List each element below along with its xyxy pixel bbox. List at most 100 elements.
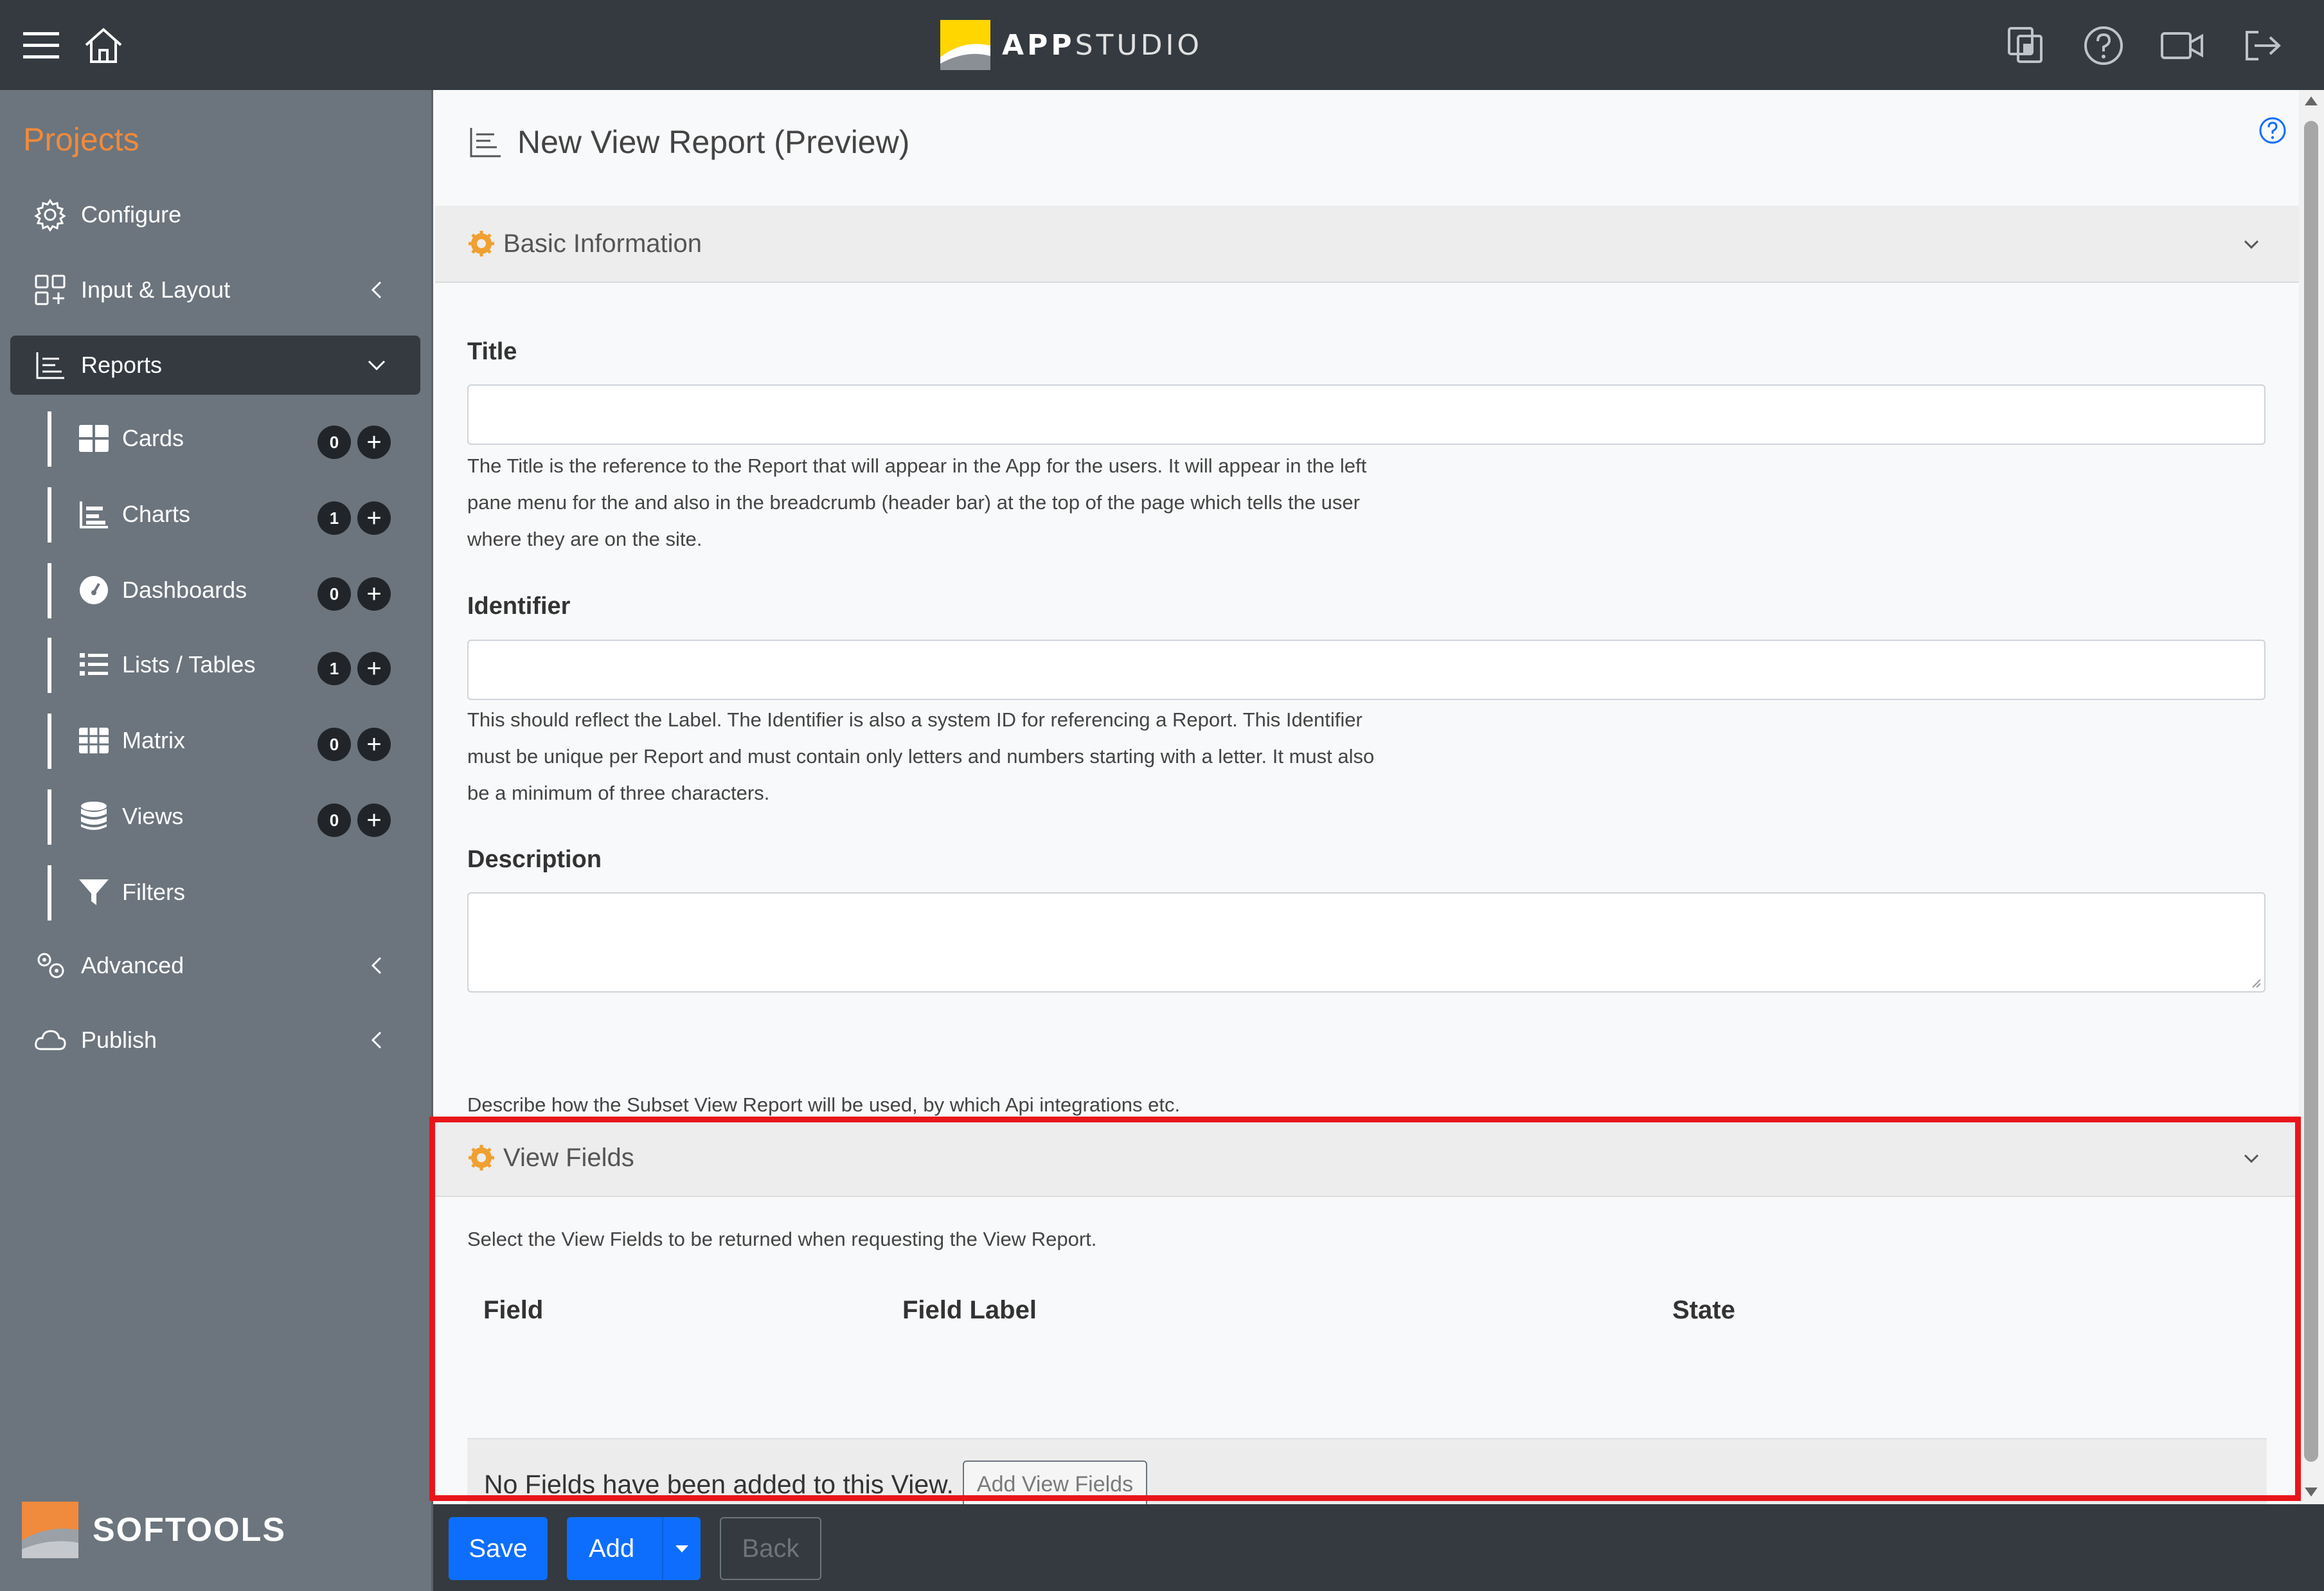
page-title: New View Report (Preview)	[467, 123, 909, 161]
column-header-field: Field	[483, 1296, 544, 1324]
add-view-fields-button[interactable]: Add View Fields	[962, 1461, 1148, 1508]
appstudio-logo	[940, 20, 990, 70]
layout-icon	[35, 274, 66, 305]
sidebar-subitem-label: Cards	[122, 425, 184, 451]
vertical-scrollbar[interactable]	[2299, 90, 2324, 1504]
section-heading: View Fields	[503, 1143, 634, 1172]
help-icon[interactable]	[2081, 23, 2126, 68]
resize-grip-icon[interactable]	[2248, 975, 2262, 989]
scroll-up-arrow[interactable]	[2305, 96, 2318, 105]
count-badge: 0	[317, 577, 351, 611]
sidebar-subitem-label: Matrix	[122, 727, 185, 753]
database-icon	[81, 802, 107, 830]
sidebar-item-publish[interactable]: Publish	[10, 1011, 420, 1070]
cloud-icon	[35, 1030, 66, 1050]
description-help-text: Describe how the Subset View Report will…	[467, 1093, 1181, 1116]
basic-information-header[interactable]: Basic Information	[435, 206, 2299, 283]
sidebar-item-label: Reports	[81, 352, 163, 378]
copy-icon[interactable]	[2004, 23, 2049, 68]
add-view-button[interactable]: +	[357, 804, 391, 837]
sidebar-subitem-charts[interactable]: Charts 1 +	[57, 485, 416, 544]
gears-icon	[37, 953, 64, 978]
softools-logo	[22, 1502, 78, 1558]
title-input[interactable]	[467, 384, 2266, 445]
softools-brand: SOFTOOLS	[22, 1502, 286, 1558]
sidebar-subitem-label: Filters	[122, 879, 185, 905]
identifier-help-text: This should reflect the Label. The Ident…	[467, 708, 1375, 804]
back-button-label: Back	[742, 1534, 800, 1563]
top-bar: APPSTUDIO	[0, 0, 2324, 90]
description-label: Description	[467, 846, 602, 873]
sidebar-item-reports[interactable]: Reports	[10, 336, 420, 395]
scrollbar-thumb[interactable]	[2304, 121, 2318, 1462]
add-dashboard-button[interactable]: +	[357, 577, 391, 611]
add-button-label: Add	[589, 1534, 635, 1563]
description-textarea[interactable]	[467, 892, 2266, 993]
dashboard-icon	[80, 576, 108, 604]
section-heading: Basic Information	[503, 229, 702, 258]
save-button[interactable]: Save	[449, 1517, 548, 1580]
count-badge: 1	[317, 652, 351, 685]
sidebar-subitem-cards[interactable]: Cards 0 +	[57, 409, 416, 468]
add-matrix-button[interactable]: +	[357, 728, 391, 761]
sidebar-item-advanced[interactable]: Advanced	[10, 936, 420, 995]
count-badge: 0	[317, 804, 351, 837]
identifier-label: Identifier	[467, 593, 571, 620]
empty-message: No Fields have been added to this View.	[484, 1469, 954, 1499]
add-chart-button[interactable]: +	[357, 501, 391, 535]
chart-icon	[80, 501, 108, 528]
main-content: New View Report (Preview) Basic Informat…	[435, 90, 2299, 1529]
add-card-button[interactable]: +	[357, 426, 391, 459]
sub-divider	[48, 789, 51, 845]
add-list-button[interactable]: +	[357, 652, 391, 685]
app-brand[interactable]: APPSTUDIO	[940, 19, 1202, 71]
title-label: Title	[467, 338, 517, 365]
logout-icon[interactable]	[2240, 23, 2285, 68]
menu-icon[interactable]	[19, 23, 64, 68]
add-dropdown-toggle[interactable]	[662, 1517, 701, 1580]
home-icon[interactable]	[81, 23, 126, 68]
softools-name: SOFTOOLS	[93, 1511, 287, 1549]
brand-name-bold: APP	[1002, 28, 1075, 62]
sidebar-subitem-matrix[interactable]: Matrix 0 +	[57, 711, 416, 770]
sidebar-subitem-lists-tables[interactable]: Lists / Tables 1 +	[57, 635, 416, 694]
sub-divider	[48, 411, 51, 467]
chevron-down-icon[interactable]	[2240, 1147, 2263, 1170]
sub-divider	[48, 638, 51, 693]
save-button-label: Save	[469, 1534, 528, 1563]
page-title-text: New View Report (Preview)	[517, 124, 910, 160]
sidebar-item-input-layout[interactable]: Input & Layout	[10, 260, 420, 319]
chart-icon	[36, 352, 64, 379]
help-circle-icon[interactable]	[2258, 116, 2287, 145]
projects-heading[interactable]: Projects	[23, 121, 139, 158]
cards-icon	[79, 425, 109, 452]
list-icon	[80, 653, 108, 676]
identifier-input[interactable]	[467, 640, 2266, 700]
add-button[interactable]: Add	[567, 1517, 701, 1580]
chevron-left-icon	[371, 281, 382, 299]
sidebar-subitem-label: Views	[122, 803, 184, 829]
sub-divider	[48, 865, 51, 921]
brand-name: APPSTUDIO	[1002, 29, 1202, 62]
sidebar-item-configure[interactable]: Configure	[10, 185, 420, 244]
report-icon	[470, 128, 501, 157]
sidebar-subitem-views[interactable]: Views 0 +	[57, 787, 416, 846]
video-icon[interactable]	[2159, 23, 2204, 68]
view-fields-header[interactable]: View Fields	[435, 1120, 2299, 1197]
title-help-text: The Title is the reference to the Report…	[467, 454, 1367, 550]
chevron-down-icon[interactable]	[2240, 233, 2263, 256]
sidebar-item-label: Advanced	[81, 952, 184, 978]
count-badge: 0	[317, 728, 351, 761]
sidebar-subitem-label: Charts	[122, 501, 191, 527]
chevron-left-icon	[371, 957, 382, 975]
column-header-field-label: Field Label	[902, 1296, 1037, 1324]
back-button[interactable]: Back	[720, 1517, 821, 1580]
scroll-down-arrow[interactable]	[2305, 1488, 2318, 1497]
sidebar-subitem-filters[interactable]: Filters	[57, 863, 416, 922]
sidebar: Projects Configure Input & Layout Report…	[0, 90, 433, 1591]
count-badge: 0	[317, 426, 351, 459]
sub-divider	[48, 487, 51, 543]
sidebar-item-label: Publish	[81, 1027, 157, 1053]
caret-down-icon	[675, 1545, 688, 1552]
sidebar-subitem-dashboards[interactable]: Dashboards 0 +	[57, 561, 416, 620]
